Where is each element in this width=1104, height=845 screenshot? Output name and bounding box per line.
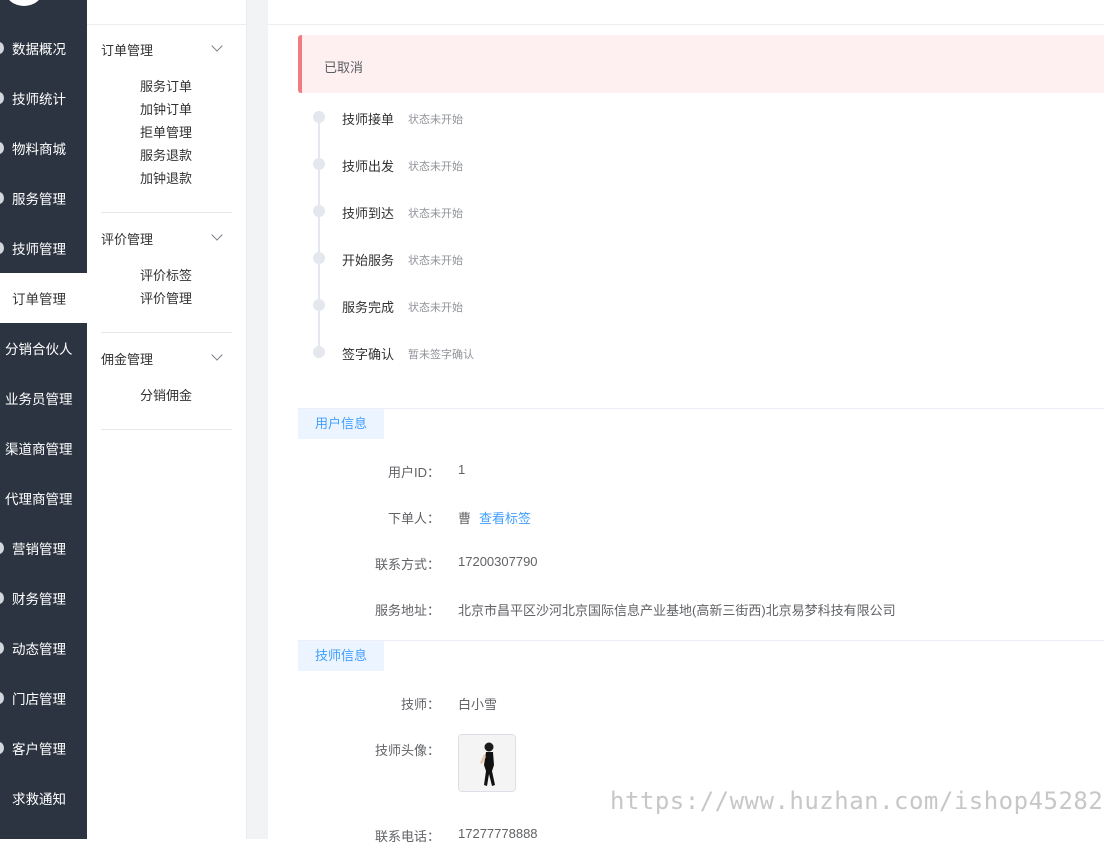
sidebar-item-data-overview[interactable]: 数据概况 <box>0 23 87 73</box>
subnav-group-order-mgmt[interactable]: 订单管理 <box>101 40 153 59</box>
contact-value: 17200307790 <box>458 554 538 569</box>
sidebar-item-material-mall[interactable]: 物料商城 <box>0 123 87 173</box>
timeline-dot <box>313 205 325 217</box>
contact-label: 联系方式： <box>374 557 440 572</box>
timeline-step-status: 暂未签字确认 <box>408 349 474 361</box>
timeline-step-status: 状态未开始 <box>408 255 463 267</box>
sidebar-item-label: 客户管理 <box>12 742 66 757</box>
chevron-down-icon[interactable] <box>211 349 223 361</box>
sidebar-item-label: 数据概况 <box>12 42 66 57</box>
timeline-step-title: 技师到达 <box>342 206 395 221</box>
subnav-item-review-mgmt[interactable]: 评价管理 <box>140 288 192 307</box>
sidebar-item-salesman-mgmt[interactable]: 业务员管理 <box>0 373 87 423</box>
sidebar-item-label: 财务管理 <box>12 592 66 607</box>
chevron-down-icon[interactable] <box>211 229 223 241</box>
person-photo-icon <box>459 735 515 791</box>
timeline-step-status: 状态未开始 <box>408 302 463 314</box>
sidebar-item-channel-mgmt[interactable]: 渠道商管理 <box>0 423 87 473</box>
subnav-item-rejected-orders[interactable]: 拒单管理 <box>140 122 192 141</box>
timeline-step-status: 状态未开始 <box>408 208 463 220</box>
subnav-item-extension-refunds[interactable]: 加钟退款 <box>140 168 192 187</box>
timeline-step-title: 技师接单 <box>342 112 395 127</box>
main-sidebar: 数据概况 技师统计 物料商城 服务管理 技师管理 订单管理 分销合伙人 业务员管… <box>0 0 87 839</box>
content-gutter <box>247 0 268 839</box>
tech-label: 技师： <box>400 697 440 712</box>
sidebar-item-sos-notice[interactable]: 求救通知 <box>0 773 87 823</box>
sidebar-item-label: 技师统计 <box>12 92 66 107</box>
section-divider <box>298 408 1104 409</box>
timeline-step-status: 状态未开始 <box>408 114 463 126</box>
sidebar-item-feed-mgmt[interactable]: 动态管理 <box>0 623 87 673</box>
order-status-alert: 已取消 <box>298 35 1104 93</box>
order-status-text: 已取消 <box>324 60 364 75</box>
avatar-label: 技师头像： <box>374 743 440 758</box>
sidebar-item-order-mgmt[interactable]: 订单管理 <box>0 273 87 323</box>
sidebar-item-label: 营销管理 <box>12 542 66 557</box>
divider <box>101 212 232 213</box>
subnav-group-review-mgmt[interactable]: 评价管理 <box>101 229 153 248</box>
divider <box>268 24 1104 25</box>
tech-avatar[interactable] <box>458 734 516 792</box>
user-id-label: 用户ID： <box>387 465 440 480</box>
subnav-item-service-orders[interactable]: 服务订单 <box>140 76 192 95</box>
timeline-step-status: 状态未开始 <box>408 161 463 173</box>
sidebar-item-label: 技师管理 <box>12 242 66 257</box>
sidebar-item-distribution-partner[interactable]: 分销合伙人 <box>0 323 87 373</box>
sidebar-item-tech-stats[interactable]: 技师统计 <box>0 73 87 123</box>
sidebar-item-marketing-mgmt[interactable]: 营销管理 <box>0 523 87 573</box>
sidebar-item-label: 业务员管理 <box>5 392 73 407</box>
section-divider <box>298 640 1104 641</box>
subnav-item-review-tags[interactable]: 评价标签 <box>140 265 192 284</box>
chevron-down-icon[interactable] <box>211 40 223 52</box>
timeline-dot <box>313 346 325 358</box>
subnav-item-distribution-commission[interactable]: 分销佣金 <box>140 385 192 404</box>
timeline-step-title: 服务完成 <box>342 300 395 315</box>
timeline-dot <box>313 111 325 123</box>
order-detail-panel: 已取消 技师接单 状态未开始 技师出发 状态未开始 技师到达 状态未开始 开始服… <box>268 0 1104 844</box>
tech-name-value: 白小雪 <box>458 697 498 712</box>
timeline-dot <box>313 158 325 170</box>
divider <box>101 332 232 333</box>
sub-navigation: 订单管理 服务订单 加钟订单 拒单管理 服务退款 加钟退款 评价管理 评价标签 … <box>87 0 247 839</box>
sidebar-item-label: 服务管理 <box>12 192 66 207</box>
section-title-user-info: 用户信息 <box>298 409 384 439</box>
subnav-item-extension-orders[interactable]: 加钟订单 <box>140 99 192 118</box>
sidebar-item-label: 代理商管理 <box>5 492 73 507</box>
orderer-value: 曹 <box>458 511 472 526</box>
sidebar-item-store-mgmt[interactable]: 门店管理 <box>0 673 87 723</box>
timeline-dot <box>313 299 325 311</box>
sidebar-item-label: 动态管理 <box>12 642 66 657</box>
view-tags-link[interactable]: 查看标签 <box>479 511 531 526</box>
watermark: https://www.huzhan.com/ishop45282 <box>610 787 1104 815</box>
address-value: 北京市昌平区沙河北京国际信息产业基地(高新三街西)北京易梦科技有限公司 <box>458 603 896 618</box>
sidebar-item-label: 渠道商管理 <box>5 442 73 457</box>
timeline-step-title: 签字确认 <box>342 347 395 362</box>
subnav-group-commission-mgmt[interactable]: 佣金管理 <box>101 349 153 368</box>
orderer-label: 下单人： <box>387 511 440 526</box>
sidebar-item-label: 订单管理 <box>12 292 66 307</box>
orderer-value-wrap: 曹查看标签 <box>458 508 531 527</box>
phone-label: 联系电话： <box>374 829 440 844</box>
sidebar-item-label: 求救通知 <box>12 792 66 807</box>
timeline-dot <box>313 252 325 264</box>
sidebar-item-label: 门店管理 <box>12 692 66 707</box>
logo <box>6 0 42 6</box>
divider <box>87 24 246 25</box>
timeline-step-title: 技师出发 <box>342 159 395 174</box>
sidebar-item-label: 物料商城 <box>12 142 66 157</box>
subnav-item-service-refunds[interactable]: 服务退款 <box>140 145 192 164</box>
user-id-value: 1 <box>458 462 466 477</box>
timeline-line <box>318 118 320 352</box>
divider <box>101 429 232 430</box>
sidebar-item-label: 分销合伙人 <box>5 342 73 357</box>
sidebar-item-customer-mgmt[interactable]: 客户管理 <box>0 723 87 773</box>
sidebar-item-finance-mgmt[interactable]: 财务管理 <box>0 573 87 623</box>
section-title-tech-info: 技师信息 <box>298 641 384 671</box>
sidebar-item-service-mgmt[interactable]: 服务管理 <box>0 173 87 223</box>
address-label: 服务地址： <box>374 603 440 618</box>
timeline-step-title: 开始服务 <box>342 253 395 268</box>
sidebar-item-agent-mgmt[interactable]: 代理商管理 <box>0 473 87 523</box>
sidebar-item-tech-mgmt[interactable]: 技师管理 <box>0 223 87 273</box>
